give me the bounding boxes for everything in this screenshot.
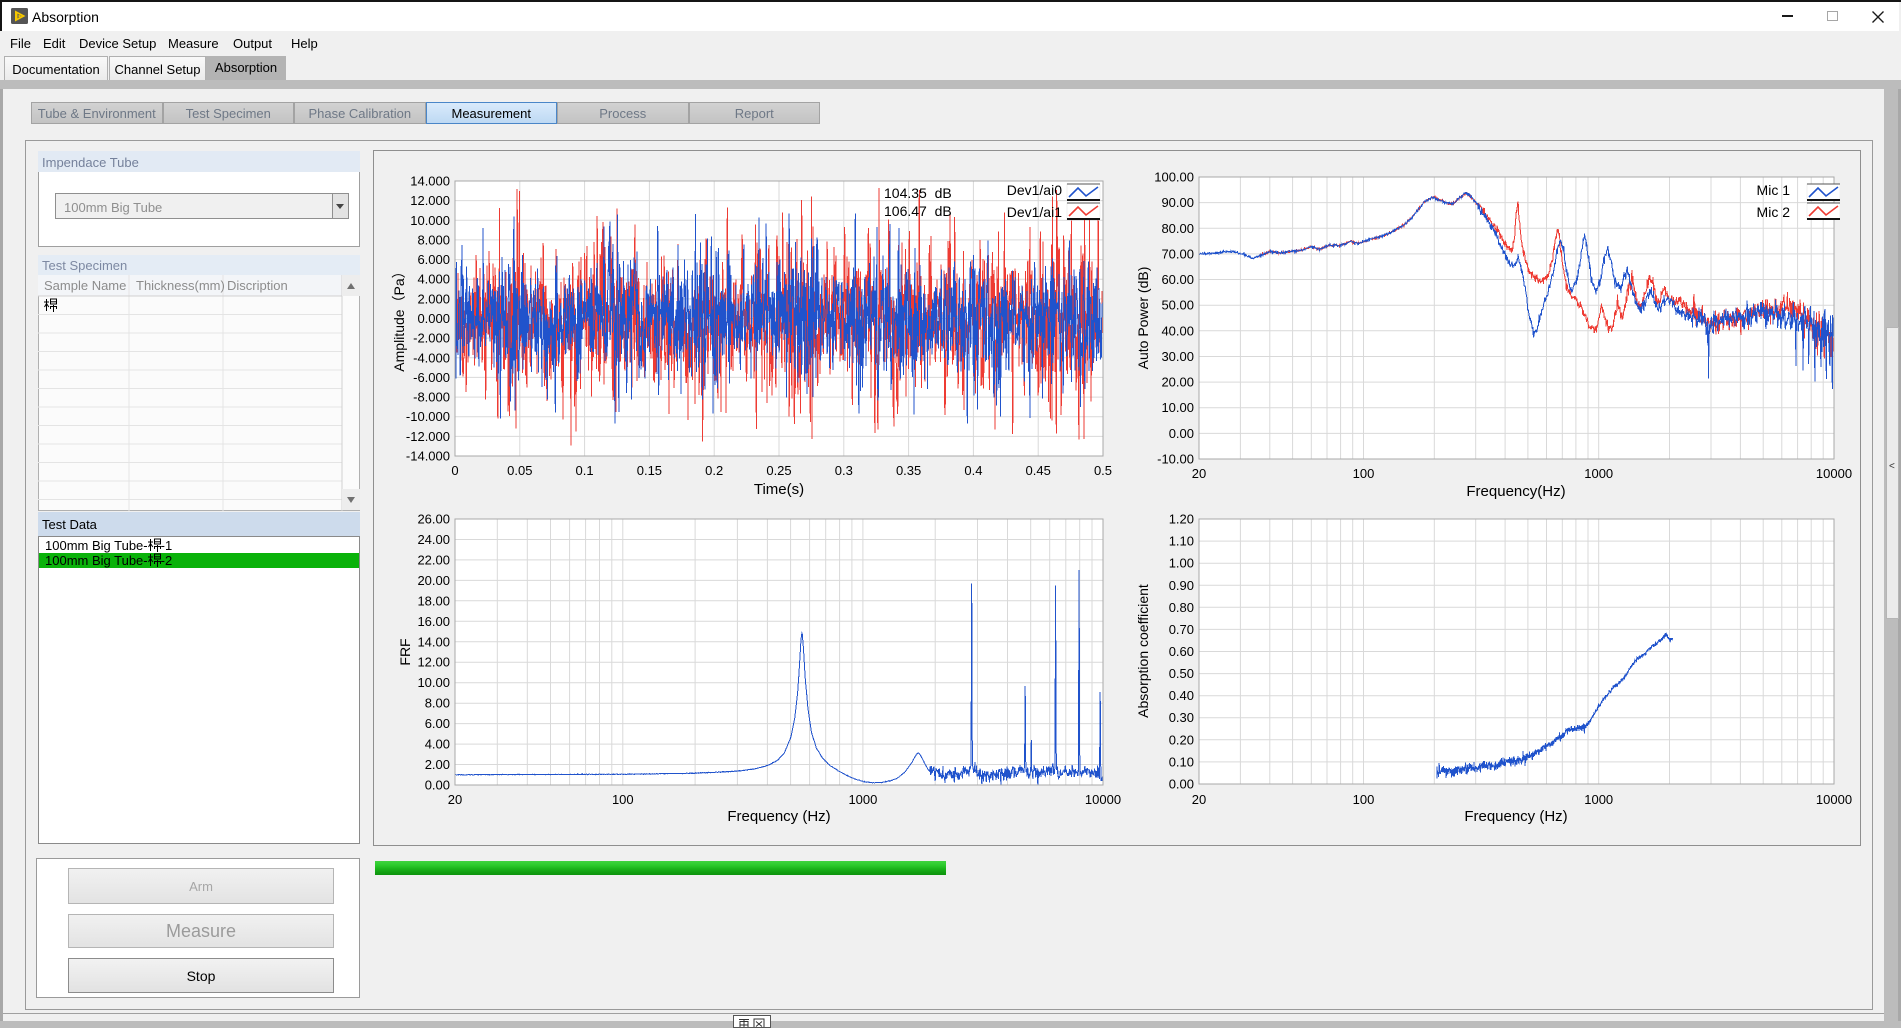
svg-text:0.00: 0.00 <box>1169 777 1194 792</box>
svg-text:100: 100 <box>1353 466 1375 481</box>
svg-text:-8.000: -8.000 <box>413 390 450 405</box>
svg-text:100.00: 100.00 <box>1154 170 1194 185</box>
svg-text:50.00: 50.00 <box>1161 298 1194 313</box>
svg-text:14.00: 14.00 <box>417 634 450 649</box>
svg-text:30.00: 30.00 <box>1161 349 1194 364</box>
svg-text:Absorption coefficient: Absorption coefficient <box>1135 584 1151 718</box>
svg-text:0.45: 0.45 <box>1026 463 1051 478</box>
svg-text:12.00: 12.00 <box>417 655 450 670</box>
svg-text:-10.00: -10.00 <box>1157 452 1194 467</box>
svg-text:8.00: 8.00 <box>425 696 450 711</box>
svg-text:10000: 10000 <box>1085 792 1121 807</box>
svg-text:20.00: 20.00 <box>417 573 450 588</box>
svg-text:Auto Power (dB): Auto Power (dB) <box>1135 267 1151 370</box>
svg-text:Frequency(Hz): Frequency(Hz) <box>1466 483 1565 500</box>
svg-text:100: 100 <box>612 792 634 807</box>
svg-text:20: 20 <box>1192 792 1206 807</box>
svg-text:0.20: 0.20 <box>1169 732 1194 747</box>
svg-text:Amplitude（Pa）: Amplitude（Pa） <box>391 264 407 371</box>
svg-text:0.05: 0.05 <box>507 463 532 478</box>
svg-text:0.80: 0.80 <box>1169 600 1194 615</box>
svg-text:0.5: 0.5 <box>1094 463 1112 478</box>
svg-text:0.90: 0.90 <box>1169 578 1194 593</box>
svg-text:0.4: 0.4 <box>964 463 982 478</box>
svg-text:Mic 2: Mic 2 <box>1757 204 1791 220</box>
svg-text:70.00: 70.00 <box>1161 246 1194 261</box>
svg-text:Time(s): Time(s) <box>754 481 804 498</box>
svg-text:Dev1/ai1: Dev1/ai1 <box>1007 204 1062 220</box>
svg-text:20.00: 20.00 <box>1161 375 1194 390</box>
svg-text:Dev1/ai0: Dev1/ai0 <box>1007 182 1062 198</box>
svg-text:18.00: 18.00 <box>417 593 450 608</box>
svg-text:1.00: 1.00 <box>1169 556 1194 571</box>
svg-text:0.50: 0.50 <box>1169 666 1194 681</box>
svg-text:0.40: 0.40 <box>1169 688 1194 703</box>
svg-text:0.25: 0.25 <box>766 463 791 478</box>
svg-text:10.00: 10.00 <box>1161 400 1194 415</box>
svg-text:0.10: 0.10 <box>1169 754 1194 769</box>
svg-text:0.60: 0.60 <box>1169 644 1194 659</box>
svg-text:20: 20 <box>448 792 462 807</box>
svg-text:FRF: FRF <box>397 638 413 665</box>
svg-text:10.000: 10.000 <box>410 213 450 228</box>
svg-text:Frequency (Hz): Frequency (Hz) <box>1464 808 1567 825</box>
svg-text:-10.000: -10.000 <box>406 409 450 424</box>
svg-text:0.3: 0.3 <box>835 463 853 478</box>
svg-text:0.70: 0.70 <box>1169 622 1194 637</box>
svg-text:60.00: 60.00 <box>1161 272 1194 287</box>
svg-text:40.00: 40.00 <box>1161 323 1194 338</box>
svg-text:12.000: 12.000 <box>410 193 450 208</box>
svg-text:104.35 dB: 104.35 dB <box>884 185 952 201</box>
svg-text:10000: 10000 <box>1816 466 1852 481</box>
svg-text:-12.000: -12.000 <box>406 429 450 444</box>
svg-text:1000: 1000 <box>1584 792 1613 807</box>
svg-text:100: 100 <box>1353 792 1375 807</box>
svg-text:1.20: 1.20 <box>1169 512 1194 527</box>
svg-text:-6.000: -6.000 <box>413 370 450 385</box>
svg-text:0.2: 0.2 <box>705 463 723 478</box>
svg-text:0.35: 0.35 <box>896 463 921 478</box>
svg-text:8.000: 8.000 <box>417 232 450 247</box>
svg-text:0.000: 0.000 <box>417 311 450 326</box>
svg-text:2.000: 2.000 <box>417 291 450 306</box>
svg-text:-4.000: -4.000 <box>413 350 450 365</box>
svg-text:0.00: 0.00 <box>425 778 450 793</box>
svg-text:106.47 dB: 106.47 dB <box>884 203 952 219</box>
svg-text:80.00: 80.00 <box>1161 221 1194 236</box>
svg-text:0.30: 0.30 <box>1169 710 1194 725</box>
svg-text:-2.000: -2.000 <box>413 331 450 346</box>
svg-text:10000: 10000 <box>1816 792 1852 807</box>
svg-text:1000: 1000 <box>848 792 877 807</box>
svg-text:Frequency (Hz): Frequency (Hz) <box>727 808 830 825</box>
svg-text:0: 0 <box>451 463 458 478</box>
svg-text:6.00: 6.00 <box>425 716 450 731</box>
svg-text:1000: 1000 <box>1584 466 1613 481</box>
svg-text:16.00: 16.00 <box>417 614 450 629</box>
svg-text:Mic 1: Mic 1 <box>1757 182 1791 198</box>
svg-text:6.000: 6.000 <box>417 252 450 267</box>
svg-text:0.15: 0.15 <box>637 463 662 478</box>
svg-text:0.1: 0.1 <box>576 463 594 478</box>
svg-text:10.00: 10.00 <box>417 675 450 690</box>
svg-text:4.000: 4.000 <box>417 272 450 287</box>
svg-text:-14.000: -14.000 <box>406 449 450 464</box>
svg-text:26.00: 26.00 <box>417 512 450 527</box>
svg-text:1.10: 1.10 <box>1169 534 1194 549</box>
svg-text:24.00: 24.00 <box>417 532 450 547</box>
svg-text:4.00: 4.00 <box>425 737 450 752</box>
svg-text:90.00: 90.00 <box>1161 195 1194 210</box>
svg-text:0.00: 0.00 <box>1169 426 1194 441</box>
svg-text:22.00: 22.00 <box>417 552 450 567</box>
svg-text:2.00: 2.00 <box>425 757 450 772</box>
svg-text:14.000: 14.000 <box>410 174 450 189</box>
svg-text:20: 20 <box>1192 466 1206 481</box>
